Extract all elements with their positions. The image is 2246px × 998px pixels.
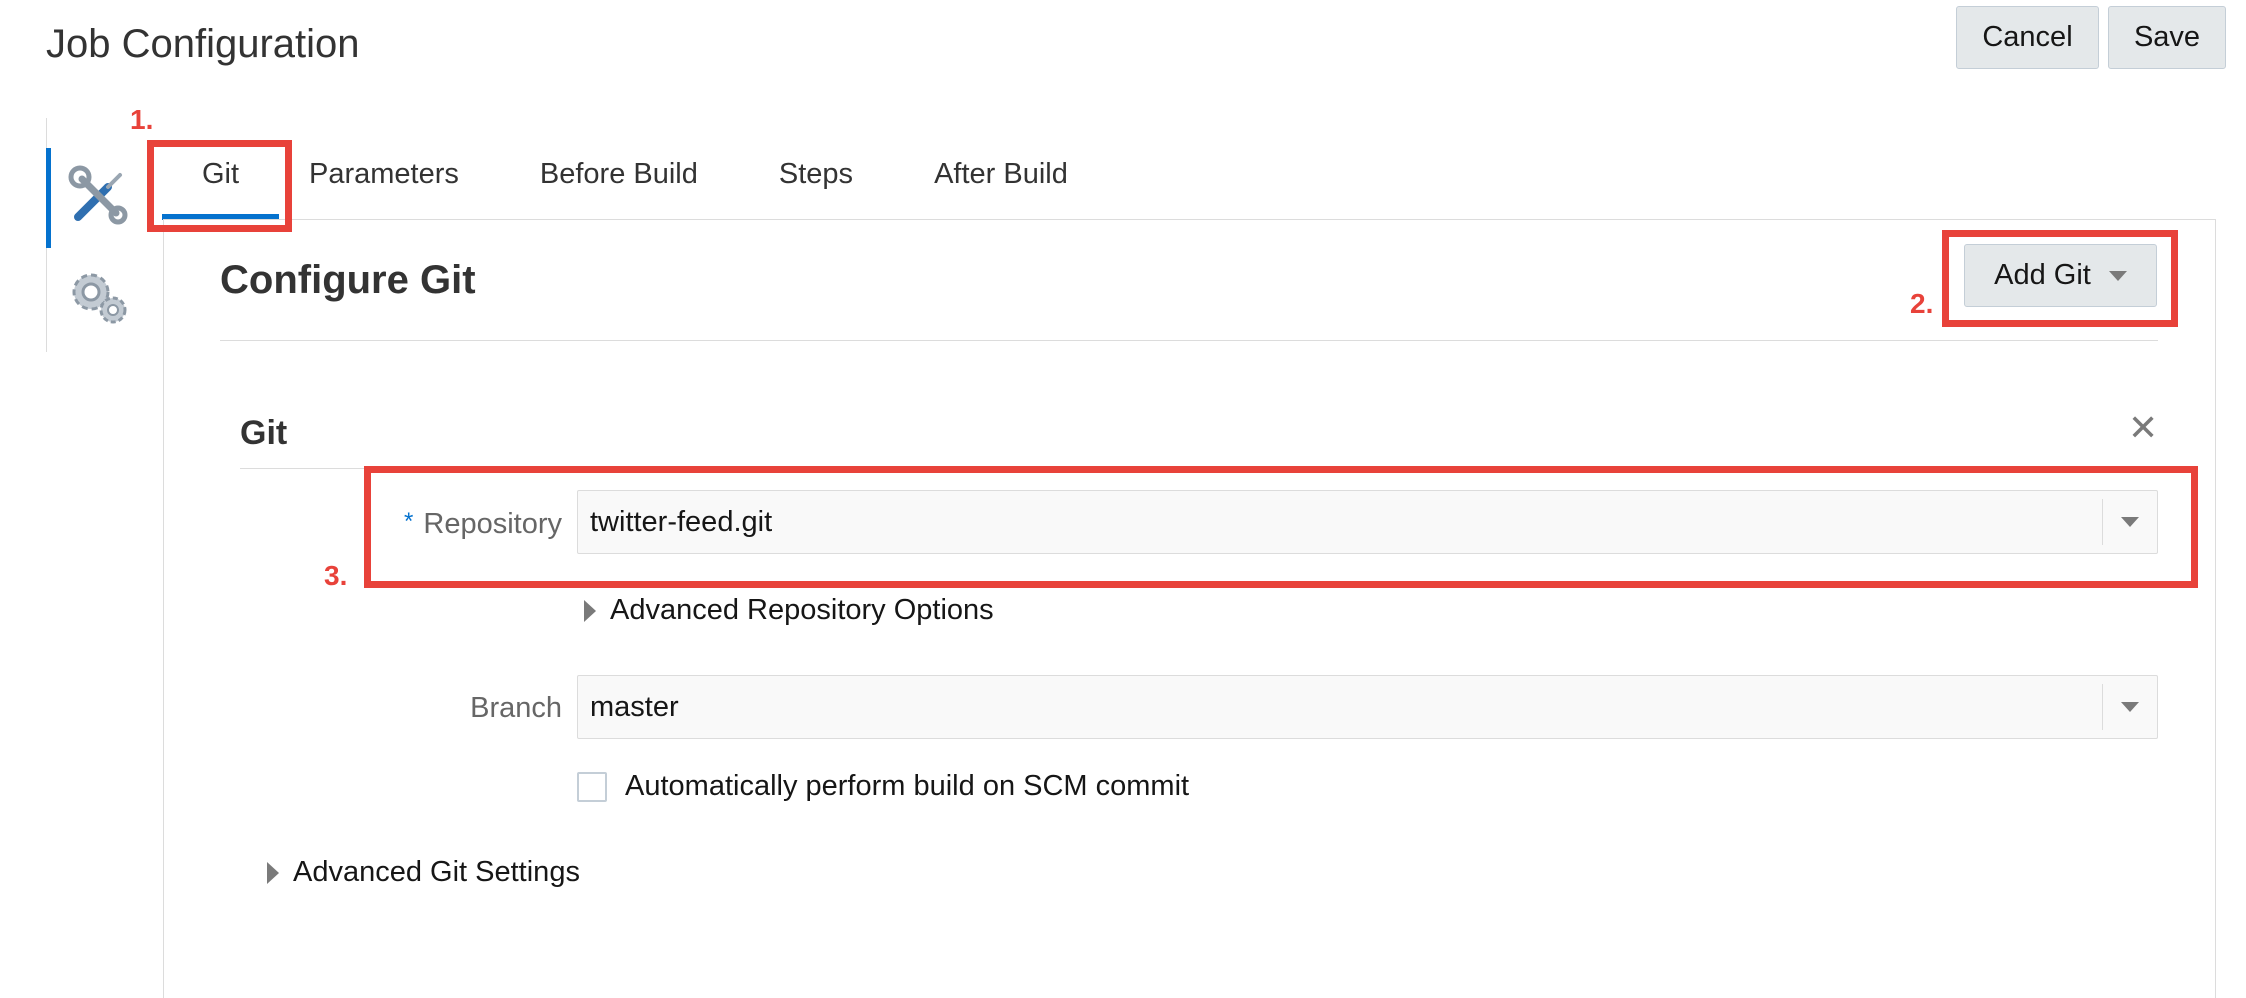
tools-icon [68,165,130,232]
cancel-button[interactable]: Cancel [1956,6,2099,69]
chevron-right-icon [267,861,279,884]
divider [220,340,2158,341]
close-icon[interactable]: ✕ [2128,410,2158,446]
advanced-repository-options-toggle[interactable]: Advanced Repository Options [584,594,994,627]
page-title: Job Configuration [46,22,360,66]
tab-before-build[interactable]: Before Build [540,140,698,220]
branch-value: master [590,690,679,723]
annotation-box [364,466,2198,588]
gears-icon [65,266,129,331]
save-button[interactable]: Save [2108,6,2226,69]
annotation-number: 2. [1910,288,1934,319]
side-nav-item-configure[interactable] [46,148,146,248]
git-block-title: Git [240,414,288,452]
branch-combobox[interactable]: master [577,675,2158,739]
auto-build-label: Automatically perform build on SCM commi… [625,770,1190,802]
section-title: Configure Git [220,258,476,302]
tab-after-build[interactable]: After Build [934,140,1068,220]
annotation-number: 1. [130,104,154,135]
auto-build-option: Automatically perform build on SCM commi… [577,770,1189,803]
auto-build-checkbox[interactable] [577,771,607,802]
chevron-right-icon [584,599,596,622]
side-nav-item-settings[interactable] [47,248,147,348]
tab-steps[interactable]: Steps [779,140,853,220]
dropdown-arrow-icon[interactable] [2103,675,2157,739]
advanced-git-settings-toggle[interactable]: Advanced Git Settings [267,856,580,889]
annotation-box [1942,230,2178,327]
advanced-repository-options-label: Advanced Repository Options [610,594,994,626]
tab-parameters[interactable]: Parameters [309,140,459,220]
tab-bar: Git Parameters Before Build Steps After … [160,140,1068,220]
branch-label: Branch [470,692,562,724]
advanced-git-settings-label: Advanced Git Settings [293,856,580,888]
side-nav [46,118,146,352]
annotation-box [147,140,292,232]
annotation-number: 3. [324,560,348,591]
